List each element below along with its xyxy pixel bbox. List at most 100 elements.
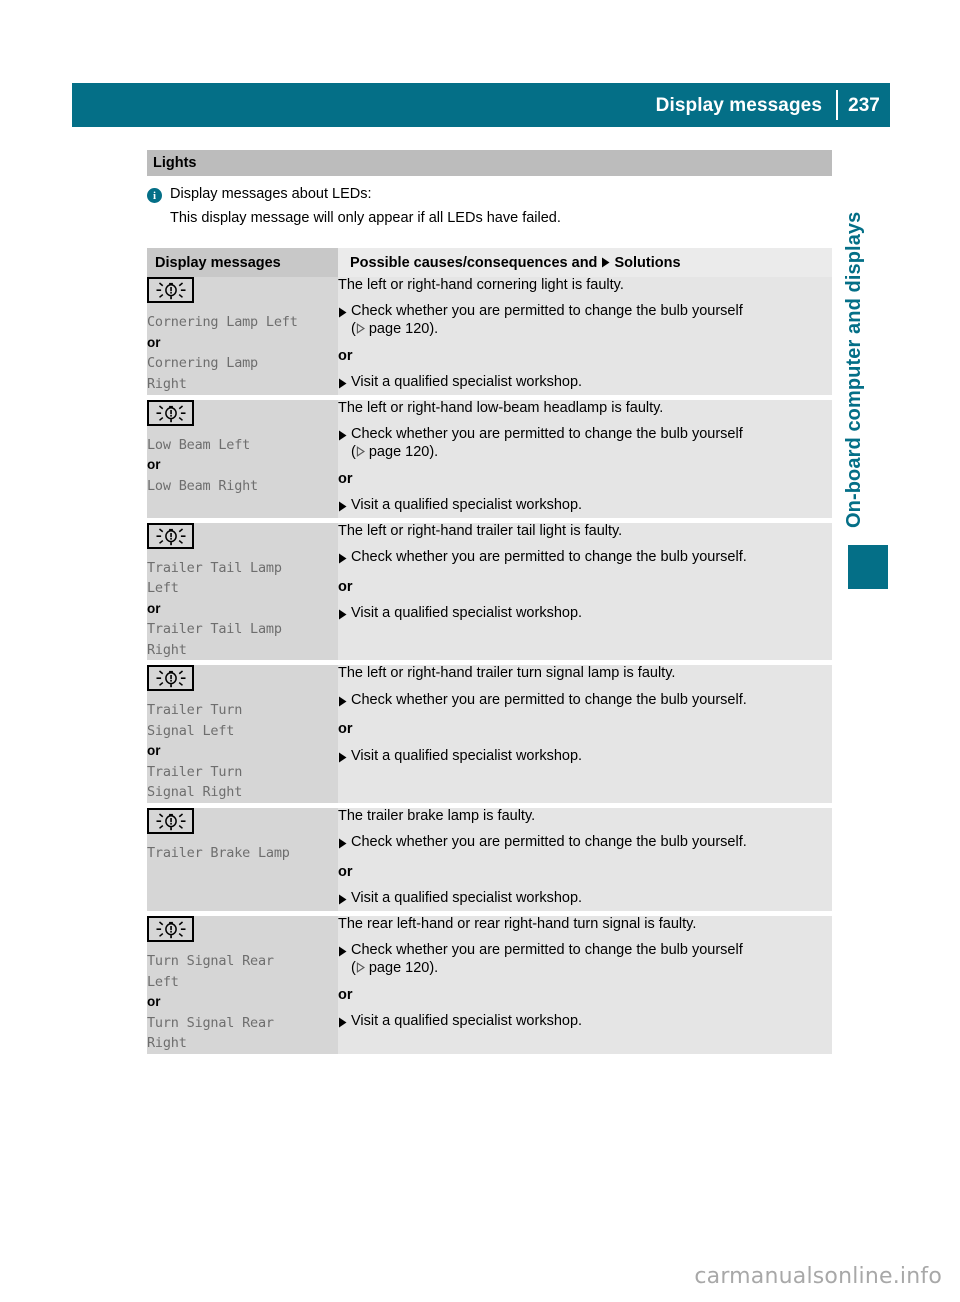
- info-note-heading: Display messages about LEDs:: [170, 186, 372, 202]
- solution-text: Check whether you are permitted to chang…: [351, 303, 743, 338]
- display-message-text: Cornering Lamp Left: [147, 314, 298, 330]
- causes-solutions-cell: The left or right-hand trailer tail ligh…: [338, 522, 832, 661]
- solution-bullet-icon: [338, 500, 351, 518]
- solution-text: Check whether you are permitted to chang…: [351, 691, 747, 708]
- display-message-text: Trailer Tail Lamp Right: [147, 621, 282, 658]
- cause-text: The left or right-hand low-beam headlamp…: [338, 399, 664, 416]
- cause-text: The left or right-hand trailer tail ligh…: [338, 522, 623, 539]
- bulb-warning-icon: [147, 665, 194, 692]
- solution-bullet-icon: [338, 945, 351, 963]
- section-title-band: Lights: [147, 150, 832, 176]
- solution-item: Visit a qualified specialist workshop.: [338, 748, 832, 769]
- table-row: Trailer Tail Lamp Left or Trailer Tail Lam…: [147, 522, 832, 661]
- table-row: Turn Signal Rear Left or Turn Signal Rear …: [147, 916, 832, 1054]
- page-reference-triangle-icon: [356, 446, 365, 457]
- causes-solutions-cell: The left or right-hand cornering light i…: [338, 277, 832, 395]
- solid-triangle-icon: [339, 378, 347, 389]
- solution-bullet-icon: [338, 751, 351, 769]
- display-message-text: Low Beam Left: [147, 436, 251, 453]
- message-or-label: or: [147, 334, 161, 350]
- solid-triangle-icon: [339, 430, 347, 441]
- column-header-causes-prefix: Possible causes/consequences and: [350, 254, 598, 271]
- solution-or-label: or: [338, 578, 353, 595]
- display-message-text: Trailer Tail Lamp Left: [147, 559, 282, 597]
- solution-bullet-icon: [338, 837, 351, 855]
- solution-or-label: or: [338, 721, 353, 738]
- solid-triangle-icon: [339, 696, 347, 707]
- solution-text: Visit a qualified specialist workshop.: [351, 890, 583, 907]
- solid-triangle-icon: [339, 553, 347, 564]
- solution-bullet-icon: [338, 306, 351, 324]
- solution-bullet-icon: [338, 552, 351, 570]
- solid-triangle-icon: [339, 838, 347, 849]
- solid-triangle-icon: [339, 307, 347, 318]
- cause-text: The trailer brake lamp is faulty.: [338, 807, 536, 824]
- page-number: 237: [848, 94, 880, 116]
- table-header-row: Display messages Possible causes/consequ…: [147, 248, 832, 277]
- solution-bullet-icon: [338, 429, 351, 447]
- page-reference[interactable]: ( page 120).: [351, 321, 438, 337]
- display-message-text: Trailer Turn Signal Right: [147, 763, 243, 801]
- solution-text: Check whether you are permitted to chang…: [351, 834, 747, 851]
- display-message-text: Turn Signal Rear Left: [147, 953, 274, 990]
- table-row: Trailer Turn Signal Left or Trailer Turn S…: [147, 665, 832, 803]
- causes-solutions-cell: The left or right-hand low-beam headlamp…: [338, 399, 832, 518]
- column-header-solutions-suffix: Solutions: [614, 254, 681, 271]
- solution-item: Check whether you are permitted to chang…: [338, 549, 832, 570]
- display-message-text: Low Beam Right: [147, 477, 258, 494]
- solution-or-label: or: [338, 470, 353, 487]
- display-message-text: Turn Signal Rear Right: [147, 1014, 274, 1052]
- solution-or-label: or: [338, 863, 353, 880]
- footer-watermark: carmanualsonline.info: [694, 1264, 942, 1289]
- solid-triangle-icon: [339, 894, 347, 905]
- info-icon: i: [147, 188, 162, 203]
- message-or-label: or: [147, 600, 161, 616]
- cause-text: The rear left-hand or rear right-hand tu…: [338, 916, 697, 932]
- solution-bullet-icon: [338, 695, 351, 713]
- page-title: Display messages: [655, 94, 822, 116]
- causes-solutions-cell: The trailer brake lamp is faulty. Check w…: [338, 807, 832, 911]
- solution-text: Visit a qualified specialist workshop.: [351, 605, 583, 622]
- display-message-text: Trailer Turn Signal Left: [147, 702, 243, 739]
- bulb-warning-icon: [147, 399, 194, 426]
- solution-item: Check whether you are permitted to chang…: [338, 942, 832, 977]
- solid-triangle-icon: [339, 946, 347, 957]
- solution-bullet-icon: [338, 377, 351, 395]
- page-reference[interactable]: ( page 120).: [351, 444, 438, 460]
- bulb-warning-icon: [147, 522, 194, 549]
- sidebar-chapter-marker: [848, 545, 888, 589]
- solid-triangle-icon: [339, 1017, 347, 1028]
- cause-text: The left or right-hand cornering light i…: [338, 277, 624, 293]
- display-message-cell: Trailer Brake Lamp: [147, 807, 338, 911]
- page-reference[interactable]: ( page 120).: [351, 960, 438, 976]
- solution-text: Visit a qualified specialist workshop.: [351, 1013, 583, 1030]
- display-message-cell: Low Beam Left or Low Beam Right: [147, 399, 338, 518]
- sidebar-chapter-label: On-board computer and displays: [843, 211, 865, 528]
- page-reference-label: page 120).: [364, 321, 439, 338]
- table-row: Trailer Brake Lamp The trailer brake lamp…: [147, 807, 832, 911]
- display-message-text: Cornering Lamp Right: [147, 355, 258, 392]
- info-note-row: i Display messages about LEDs:: [147, 186, 837, 203]
- bulb-warning-icon: [147, 916, 194, 942]
- page-reference-triangle-icon: [356, 962, 365, 973]
- cause-text: The left or right-hand trailer turn sign…: [338, 665, 676, 682]
- page-reference-triangle-icon: [356, 323, 365, 334]
- column-header-causes-solutions: Possible causes/consequences and Solutio…: [338, 248, 832, 277]
- bulb-warning-icon: [147, 277, 194, 303]
- display-message-text: Trailer Brake Lamp: [147, 844, 290, 861]
- causes-solutions-cell: The left or right-hand trailer turn sign…: [338, 665, 832, 803]
- solution-item: Check whether you are permitted to chang…: [338, 692, 832, 713]
- page-header-bar: Display messages 237: [72, 83, 890, 127]
- info-note-body: This display message will only appear if…: [170, 210, 561, 226]
- section-title: Lights: [153, 154, 197, 171]
- display-messages-table: Display messages Possible causes/consequ…: [147, 248, 832, 1054]
- solution-item: Visit a qualified specialist workshop.: [338, 890, 832, 911]
- bulb-warning-icon: [147, 807, 194, 834]
- solid-triangle-icon: [602, 257, 610, 267]
- table-row: Cornering Lamp Left or Cornering Lamp Righ…: [147, 277, 832, 395]
- page-reference-label: page 120).: [364, 443, 439, 460]
- solution-item: Visit a qualified specialist workshop.: [338, 497, 832, 518]
- solid-triangle-icon: [339, 609, 347, 620]
- solution-text: Check whether you are permitted to chang…: [351, 549, 747, 566]
- solution-item: Visit a qualified specialist workshop.: [338, 374, 832, 395]
